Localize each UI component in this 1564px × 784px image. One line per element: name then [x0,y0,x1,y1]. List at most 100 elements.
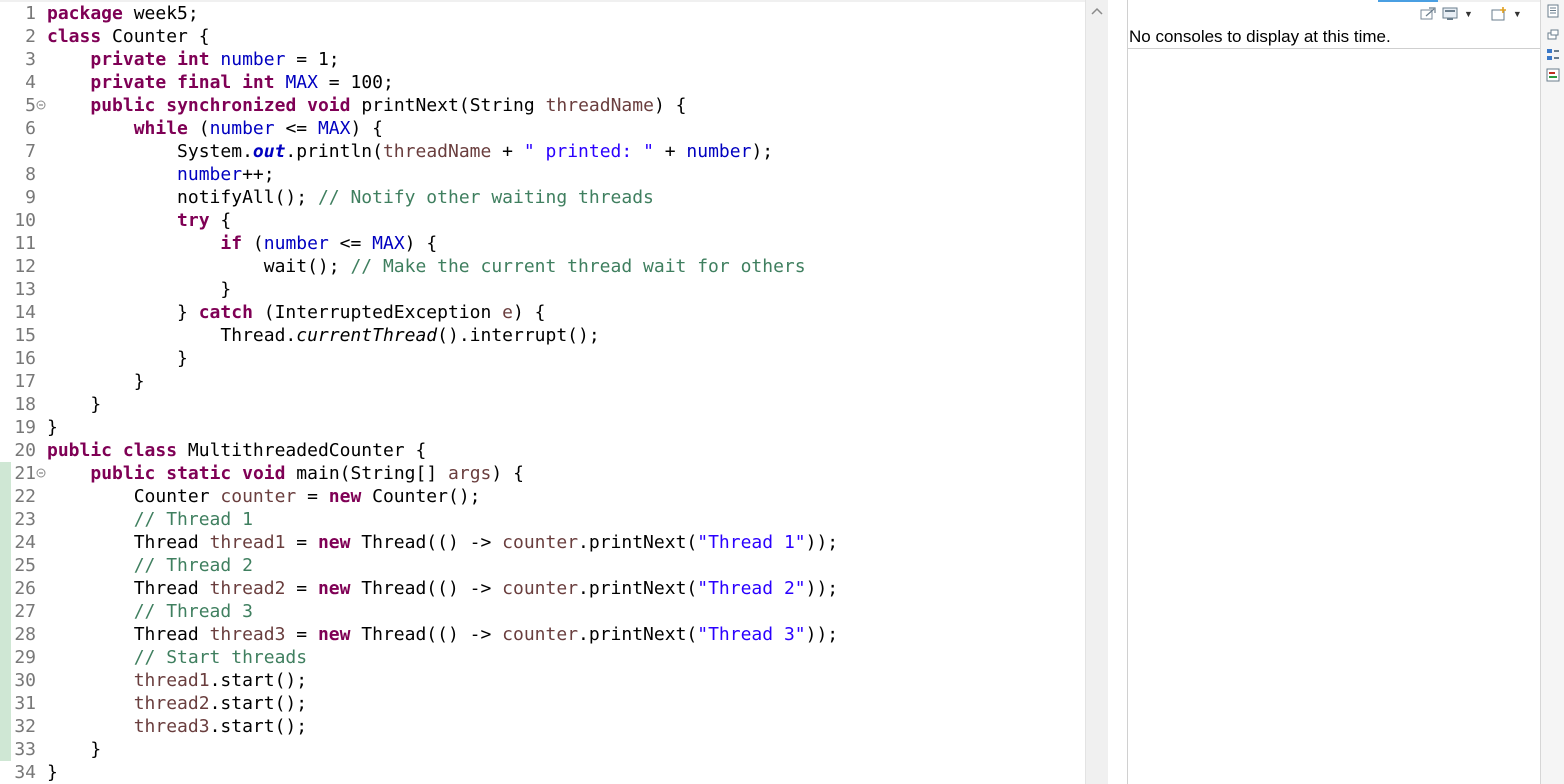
code-line[interactable]: 16 } [0,347,1085,370]
code-token: thread3 [209,624,286,645]
pane-sash[interactable] [1108,0,1127,784]
code-line[interactable]: 3 private int number = 1; [0,48,1085,71]
code-line[interactable]: 17 } [0,370,1085,393]
code-line[interactable]: 15 Thread.currentThread().interrupt(); [0,324,1085,347]
console-toolbar: ▼ ▼ [1420,6,1522,22]
line-number: 3 [25,49,36,70]
code-line[interactable]: 2 class Counter { [0,25,1085,48]
open-console-icon[interactable] [1491,7,1507,21]
code-editor[interactable]: 1 package week5; 2 class Counter {3 private… [0,0,1085,784]
code-line[interactable]: 20 public class MultithreadedCounter { [0,439,1085,462]
code-line[interactable]: 19} [0,416,1085,439]
code-token: MAX [285,72,318,93]
code-line[interactable]: 11 if (number <= MAX) { [0,232,1085,255]
code-line[interactable]: 8 number++; [0,163,1085,186]
code-line[interactable]: 34} [0,761,1085,784]
code-token: int [242,72,275,93]
line-number: 30 [14,670,36,691]
display-console-icon[interactable] [1442,7,1458,21]
code-token: .start(); [209,693,308,714]
code-line[interactable]: 29 // Start threads [0,646,1085,669]
editor-vertical-scrollbar[interactable] [1085,0,1108,784]
code-token: catch [198,302,253,323]
code-token: <= [328,233,373,254]
console-view: ▼ ▼ No consoles to display at this time. [1127,0,1541,784]
code-token: int [177,49,210,70]
code-text: number++; [47,163,275,186]
code-token: thread2 [209,578,286,599]
code-text: public synchronized void printNext(Strin… [47,94,686,117]
code-line[interactable]: 1 package week5; [0,2,1085,25]
code-line[interactable]: 31 thread2.start(); [0,692,1085,715]
fold-collapse-icon[interactable] [36,94,46,117]
code-token: synchronized [166,95,297,116]
code-line[interactable]: 18 } [0,393,1085,416]
code-token: number [686,141,752,162]
code-token: void [307,95,351,116]
code-line[interactable]: 26 Thread thread2 = new Thread(() -> cou… [0,577,1085,600]
code-text: Counter counter = new Counter(); [47,485,481,508]
code-token: Thread(() -> [350,624,503,645]
code-line[interactable]: 30 thread1.start(); [0,669,1085,692]
code-line[interactable]: 13 } [0,278,1085,301]
open-console-dropdown-icon[interactable]: ▼ [1513,9,1522,19]
code-token: new [328,486,362,507]
code-token: // Thread 3 [133,601,253,622]
line-number: 28 [14,624,36,645]
code-line[interactable]: 22 Counter counter = new Counter(); [0,485,1085,508]
code-line[interactable]: 7 System.out.println(threadName + " prin… [0,140,1085,163]
code-token: ++; [242,164,275,185]
code-line[interactable]: 14 } catch (InterruptedException e) { [0,301,1085,324]
code-text: class Counter { [47,25,210,48]
code-token: = [285,532,318,553]
code-line[interactable]: 28 Thread thread3 = new Thread(() -> cou… [0,623,1085,646]
code-line[interactable]: 10 try { [0,209,1085,232]
code-line[interactable]: 24 Thread thread1 = new Thread(() -> cou… [0,531,1085,554]
code-text: } [47,738,101,761]
code-line[interactable]: 12 wait(); // Make the current thread wa… [0,255,1085,278]
code-token: thread1 [133,670,210,691]
code-token: try [177,210,210,231]
code-token: args [448,463,492,484]
code-line[interactable]: 21 public static void main(String[] args… [0,462,1085,485]
line-number: 16 [14,348,36,369]
code-line[interactable]: 33 } [0,738,1085,761]
console-view-icon[interactable] [1546,68,1560,82]
code-token: counter [502,532,579,553]
restore-view-icon[interactable] [1546,4,1560,18]
display-console-dropdown-icon[interactable]: ▼ [1464,9,1473,19]
code-token: } [47,739,102,760]
code-line[interactable]: 27 // Thread 3 [0,600,1085,623]
code-token: MAX [372,233,405,254]
code-token: ) { [350,118,383,139]
code-token: final [177,72,232,93]
code-line[interactable]: 25 // Thread 2 [0,554,1085,577]
code-token: number [263,233,329,254]
code-line[interactable]: 6 while (number <= MAX) { [0,117,1085,140]
code-token: counter [502,578,579,599]
code-line[interactable]: 9 notifyAll(); // Notify other waiting t… [0,186,1085,209]
outline-view-icon[interactable] [1546,48,1560,62]
code-token: } [47,417,58,438]
code-line[interactable]: 23 // Thread 1 [0,508,1085,531]
code-line[interactable]: 5 public synchronized void printNext(Str… [0,94,1085,117]
scroll-up-arrow-icon[interactable] [1091,6,1103,18]
code-token: } [47,371,145,392]
pin-console-icon[interactable] [1420,7,1436,21]
code-line[interactable]: 32 thread3.start(); [0,715,1085,738]
code-token: = [285,624,318,645]
code-token: } [47,348,188,369]
code-line[interactable]: 4 private final int MAX = 100; [0,71,1085,94]
code-token: class [122,440,178,461]
fold-collapse-icon[interactable] [36,462,46,485]
minimize-view-icon[interactable] [1546,28,1560,42]
code-token: if [220,233,243,254]
